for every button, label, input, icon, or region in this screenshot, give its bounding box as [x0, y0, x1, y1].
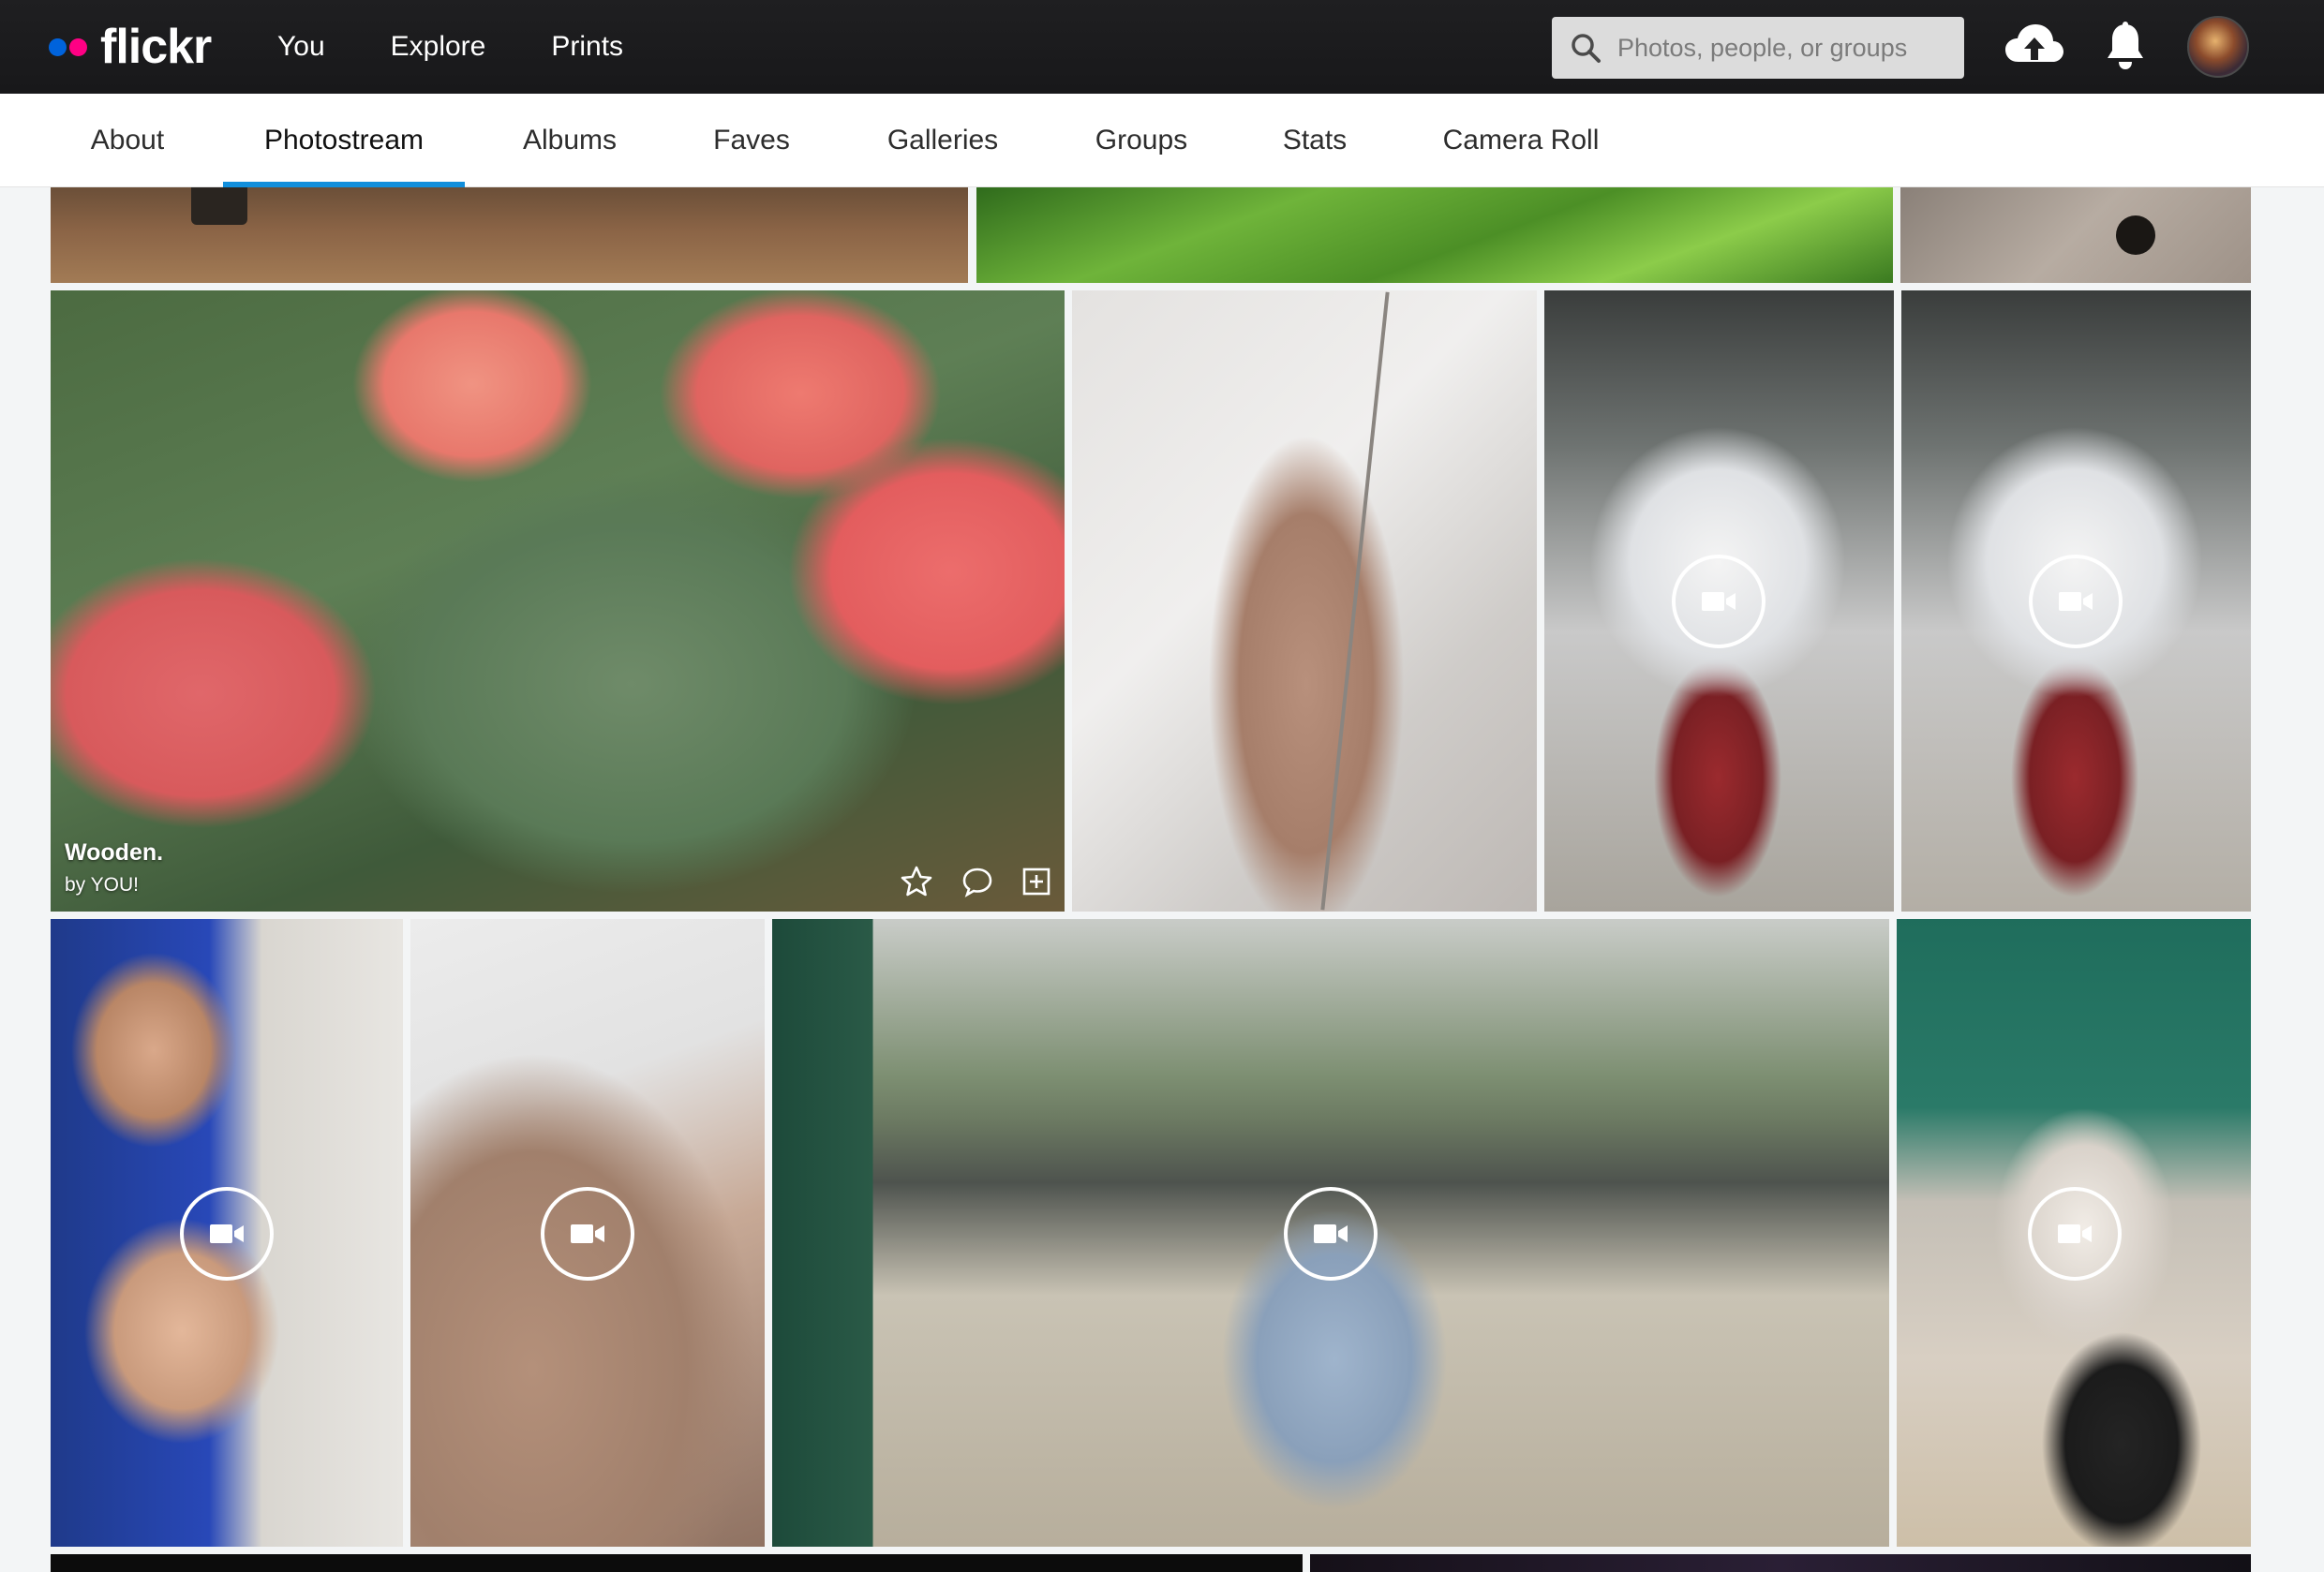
search-input[interactable]	[1617, 33, 1936, 63]
video-camera-icon	[571, 1224, 604, 1243]
photo-detail	[1320, 291, 1390, 911]
tab-camera-roll[interactable]: Camera Roll	[1404, 94, 1638, 187]
video-tile[interactable]	[772, 919, 1889, 1547]
logo-pink-dot	[69, 37, 87, 56]
logo-blue-dot	[49, 37, 67, 56]
video-tile[interactable]	[410, 919, 765, 1547]
photostream-page: { "brand": { "name": "flickr" }, "topnav…	[0, 0, 2324, 1572]
video-tile[interactable]	[1901, 290, 2251, 912]
photo-actions	[900, 865, 1051, 898]
bell-icon[interactable]	[2105, 21, 2146, 73]
user-avatar[interactable]	[2187, 16, 2249, 78]
nav-explore[interactable]: Explore	[391, 0, 486, 94]
play-video-button[interactable]	[2028, 1187, 2122, 1281]
photo-tile[interactable]	[1900, 187, 2251, 283]
video-tile[interactable]	[1544, 290, 1894, 912]
photo-tile[interactable]	[1310, 1554, 2251, 1572]
star-icon[interactable]	[900, 865, 933, 898]
video-camera-icon	[1702, 592, 1736, 611]
photo-detail	[191, 187, 247, 225]
video-camera-icon	[210, 1224, 244, 1243]
tab-photostream[interactable]: Photostream	[223, 94, 465, 187]
play-video-button[interactable]	[180, 1187, 274, 1281]
nav-you[interactable]: You	[277, 0, 325, 94]
speech-bubble-icon[interactable]	[961, 866, 993, 897]
tab-galleries[interactable]: Galleries	[851, 94, 1035, 187]
photo-tile-featured[interactable]: Wooden. by YOU!	[51, 290, 1065, 912]
video-camera-icon	[1314, 1224, 1348, 1243]
nav-prints[interactable]: Prints	[551, 0, 623, 94]
cloud-upload-icon[interactable]	[2004, 21, 2065, 71]
photo-tile[interactable]	[1072, 290, 1537, 912]
video-camera-icon	[2058, 1224, 2092, 1243]
global-header: flickr You Explore Prints	[0, 0, 2324, 94]
video-tile[interactable]	[51, 919, 403, 1547]
photo-tile[interactable]	[51, 187, 968, 283]
photo-title[interactable]: Wooden.	[65, 839, 163, 867]
flickr-logo[interactable]: flickr	[49, 17, 212, 77]
video-tile[interactable]	[1897, 919, 2251, 1547]
profile-subnav: About Photostream Albums Faves Galleries…	[0, 94, 2324, 187]
photo-byline[interactable]: by YOU!	[65, 874, 139, 897]
tab-faves[interactable]: Faves	[675, 94, 828, 187]
tab-about[interactable]: About	[54, 94, 201, 187]
plus-square-icon[interactable]	[1021, 867, 1051, 897]
play-video-button[interactable]	[1284, 1187, 1378, 1281]
play-video-button[interactable]	[2029, 555, 2123, 648]
logo-wordmark: flickr	[100, 20, 212, 74]
search-box[interactable]	[1552, 17, 1964, 79]
video-camera-icon	[2059, 592, 2093, 611]
search-icon	[1572, 34, 1601, 63]
tab-stats[interactable]: Stats	[1248, 94, 1381, 187]
photo-tile[interactable]	[976, 187, 1893, 283]
play-video-button[interactable]	[541, 1187, 634, 1281]
main-nav: You Explore Prints	[277, 0, 689, 94]
tab-groups[interactable]: Groups	[1057, 94, 1226, 187]
photo-tile[interactable]	[51, 1554, 1303, 1572]
play-video-button[interactable]	[1672, 555, 1765, 648]
photo-detail	[2116, 215, 2155, 255]
tab-albums[interactable]: Albums	[487, 94, 652, 187]
